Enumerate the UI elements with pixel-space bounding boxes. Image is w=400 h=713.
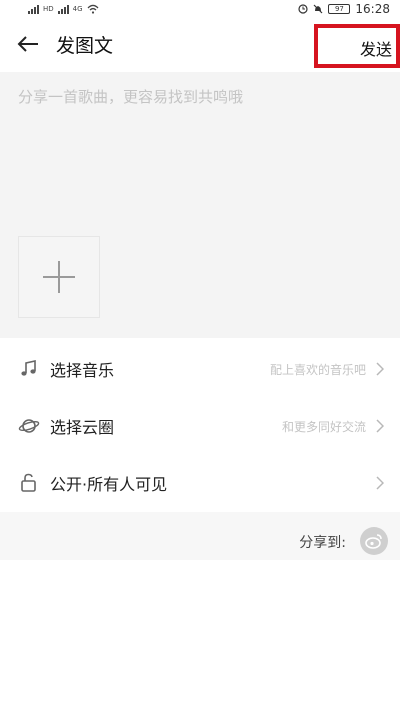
chevron-right-icon — [374, 418, 386, 434]
status-bar: HD 4G 97 16:28 — [0, 0, 400, 18]
network-indicator: 4G — [72, 5, 83, 13]
music-note-icon — [18, 358, 40, 380]
arrow-left-icon — [17, 36, 38, 52]
visibility-row[interactable]: 公开·所有人可见 — [0, 454, 400, 512]
signal-icon-2 — [57, 4, 69, 14]
status-time: 16:28 — [355, 2, 390, 16]
select-circle-label: 选择云圈 — [50, 418, 115, 437]
plus-icon — [43, 261, 75, 293]
chevron-right-icon — [374, 475, 386, 491]
chevron-right-icon — [374, 361, 386, 377]
send-button[interactable]: 发送 — [314, 24, 400, 68]
signal-icon — [28, 4, 39, 14]
select-music-row[interactable]: 选择音乐 配上喜欢的音乐吧 — [0, 340, 400, 398]
header: 发图文 发送 — [0, 18, 400, 70]
select-circle-hint: 和更多同好交流 — [281, 419, 366, 434]
add-image-button[interactable] — [18, 236, 100, 318]
weibo-share-button[interactable] — [360, 527, 388, 555]
status-left: HD 4G — [28, 4, 99, 14]
visibility-label: 公开·所有人可见 — [50, 475, 168, 494]
select-circle-row[interactable]: 选择云圈 和更多同好交流 — [0, 397, 400, 455]
compose-area — [0, 72, 400, 338]
send-button-label: 发送 — [359, 40, 392, 59]
wifi-icon — [87, 4, 99, 14]
hd-indicator: HD — [43, 5, 54, 13]
alarm-icon — [298, 4, 309, 14]
back-button[interactable] — [6, 22, 50, 66]
planet-icon — [18, 415, 40, 437]
unlock-icon — [18, 472, 40, 494]
share-label: 分享到: — [299, 535, 346, 551]
select-music-label: 选择音乐 — [50, 361, 115, 380]
mute-icon — [313, 4, 323, 14]
weibo-icon — [365, 534, 382, 549]
battery-indicator: 97 — [328, 4, 351, 14]
select-music-hint: 配上喜欢的音乐吧 — [269, 362, 366, 377]
compose-text-input[interactable] — [18, 88, 388, 106]
status-right: 97 16:28 — [298, 2, 390, 16]
page-title: 发图文 — [56, 34, 114, 57]
